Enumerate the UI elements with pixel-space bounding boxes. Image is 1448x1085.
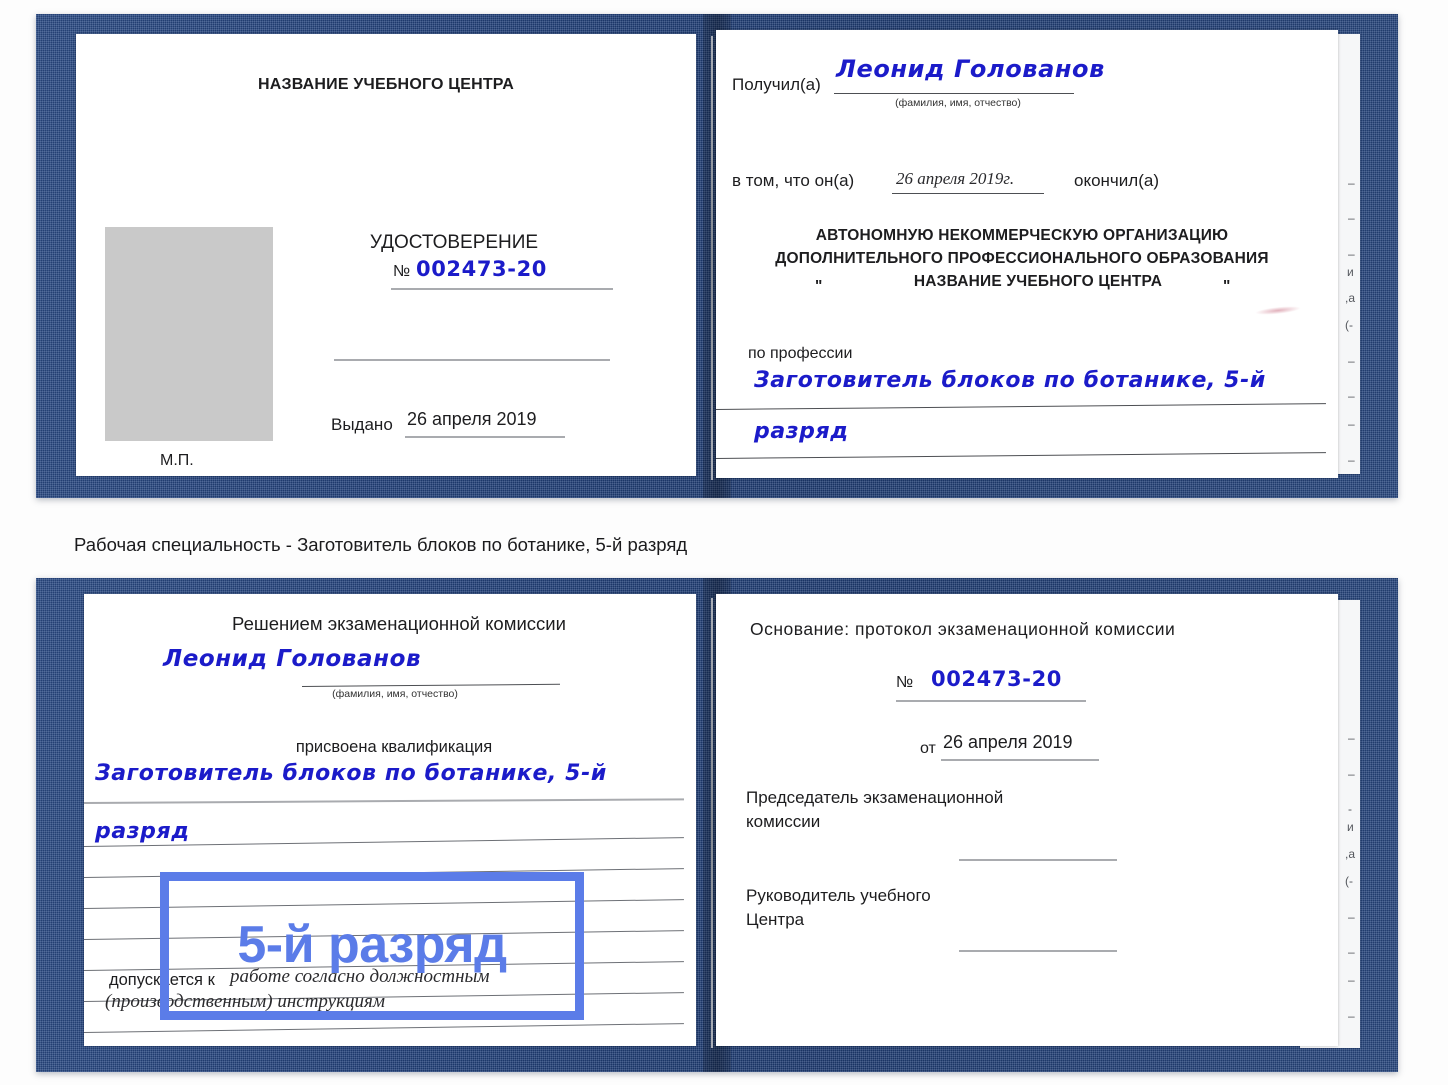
chairman-label-line-2: комиссии	[746, 812, 821, 831]
fio-hint-top: (фамилия, имя, отчество)	[895, 97, 1021, 109]
org-line-1: АВТОНОМНУЮ НЕКОММЕРЧЕСКУЮ ОРГАНИЗАЦИЮ	[815, 227, 1229, 244]
certificate-number-rule	[391, 288, 613, 290]
edge-mark: и	[1347, 820, 1354, 834]
org-name: НАЗВАНИЕ УЧЕБНОГО ЦЕНТРА	[913, 273, 1163, 290]
profession-label: по профессии	[748, 345, 853, 362]
edge-mark: –	[1348, 453, 1355, 467]
org-quote-open: "	[815, 278, 823, 295]
certificate-top-left-page: НАЗВАНИЕ УЧЕБНОГО ЦЕНТРА УДОСТОВЕРЕНИЕ №…	[76, 34, 696, 476]
protocol-number-rule	[896, 700, 1086, 702]
edge-mark: –	[1348, 176, 1355, 190]
protocol-date-value: 26 апреля 2019	[943, 732, 1073, 752]
protocol-number-symbol: №	[896, 674, 914, 691]
org-quote-close: "	[1223, 278, 1231, 295]
qualification-label: присвоена квалификация	[295, 738, 493, 756]
edge-mark: –	[1348, 211, 1355, 225]
issued-date-value: 26 апреля 2019	[407, 409, 537, 429]
blank-rule-middle	[334, 359, 610, 361]
org-line-2: ДОПОЛНИТЕЛЬНОГО ПРОФЕССИОНАЛЬНОГО ОБРАЗО…	[775, 250, 1269, 267]
chairman-signature-rule	[959, 859, 1117, 861]
document-type-title: УДОСТОВЕРЕНИЕ	[369, 232, 539, 253]
profession-value-line-1: Заготовитель блоков по ботанике, 5-й	[754, 368, 1266, 393]
qualification-value-line-1: Заготовитель блоков по ботанике, 5-й	[95, 761, 607, 786]
graduate-name-value: Леонид Голованов	[163, 646, 422, 672]
training-center-header: НАЗВАНИЕ УЧЕБНОГО ЦЕНТРА	[257, 76, 515, 93]
edge-mark: и	[1347, 265, 1354, 279]
edge-mark: -	[1348, 802, 1352, 816]
edge-mark: –	[1348, 247, 1355, 261]
qualification-value-line-2: разряд	[95, 819, 190, 844]
head-signature-rule	[959, 950, 1117, 952]
page-caption: Рабочая специальность - Заготовитель бло…	[74, 534, 688, 555]
completion-date-rule	[892, 193, 1044, 194]
issued-label: Выдано	[331, 415, 393, 434]
basis-label: Основание: протокол экзаменационной коми…	[750, 619, 1176, 639]
protocol-number-value: 002473-20	[931, 667, 1063, 691]
edge-mark: –	[1348, 767, 1355, 781]
head-label-line-2: Центра	[746, 910, 805, 929]
chairman-label-line-1: Председатель экзаменационной	[746, 788, 1004, 807]
edge-mark: –	[1348, 910, 1355, 924]
protocol-date-rule	[941, 759, 1099, 761]
edge-mark: –	[1348, 354, 1355, 368]
decision-title: Решением экзаменационной комиссии	[232, 613, 566, 634]
edge-mark: –	[1348, 945, 1355, 959]
certificate-bottom-right-page: Основание: протокол экзаменационной коми…	[716, 594, 1338, 1046]
ruled-line	[84, 1023, 684, 1033]
ruled-line	[84, 798, 684, 804]
edge-mark: (-	[1345, 874, 1353, 888]
finished-label: окончил(а)	[1074, 171, 1159, 190]
seal-place-label: М.П.	[160, 452, 194, 469]
certificate-top-spine	[711, 36, 713, 480]
fio-hint-bottom: (фамилия, имя, отчество)	[332, 688, 458, 700]
edge-mark: –	[1348, 973, 1355, 987]
received-by-label: Получил(а)	[732, 75, 821, 94]
that-he-label: в том, что он(а)	[732, 171, 855, 190]
completion-date-value: 26 апреля 2019г.	[896, 169, 1015, 188]
edge-mark: –	[1348, 389, 1355, 403]
profession-value-line-2: разряд	[754, 419, 849, 444]
head-label-line-1: Руководитель учебного	[746, 886, 931, 905]
edge-mark: –	[1348, 731, 1355, 745]
edge-mark: (-	[1345, 318, 1353, 332]
certificate-number-symbol: №	[393, 263, 411, 280]
issued-date-rule	[405, 436, 565, 438]
annotation-label: 5-й разряд	[237, 916, 507, 974]
edge-mark: ,а	[1345, 291, 1356, 305]
profession-rule-1	[715, 403, 1326, 410]
certificate-bottom-spine	[711, 598, 713, 1048]
graduate-name-rule	[301, 683, 560, 687]
paper-smudge	[1254, 304, 1302, 317]
edge-mark: ,а	[1345, 847, 1356, 861]
profession-rule-2	[715, 452, 1326, 459]
received-by-value: Леонид Голованов	[836, 55, 1105, 83]
protocol-date-label: от	[920, 740, 936, 757]
certificate-top-right-page: Получил(а) Леонид Голованов (фамилия, им…	[715, 30, 1338, 478]
edge-mark: –	[1348, 417, 1355, 431]
certificate-number-value: 002473-20	[416, 257, 548, 281]
received-by-rule	[834, 93, 1074, 94]
photo-placeholder	[105, 227, 273, 441]
edge-mark: –	[1348, 1009, 1355, 1023]
